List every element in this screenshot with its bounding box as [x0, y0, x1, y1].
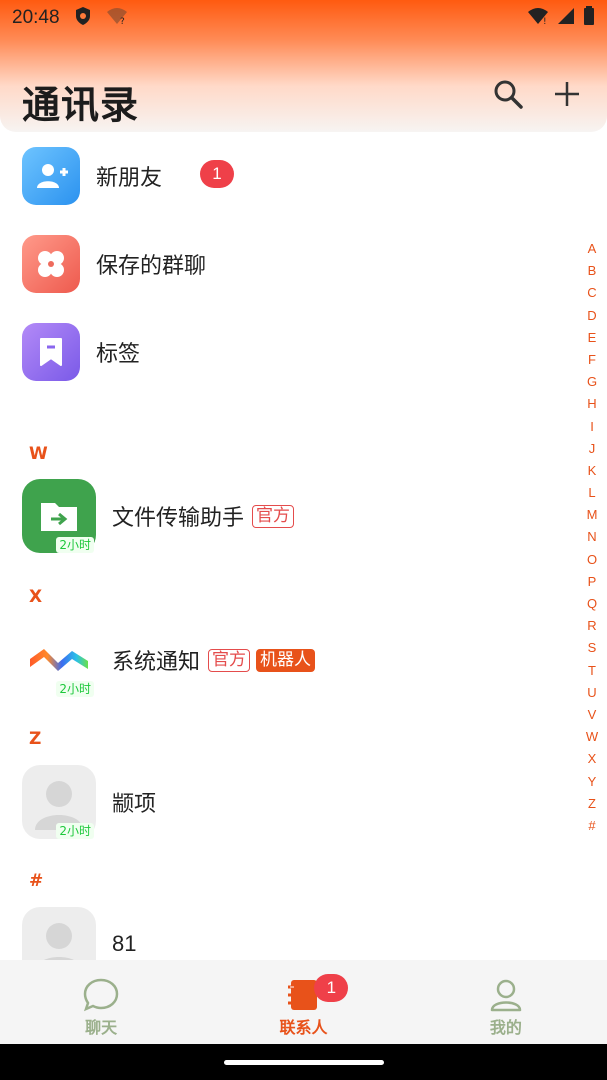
time-tag: 2小时 — [56, 537, 94, 553]
svg-text:?: ? — [120, 17, 125, 25]
menu-item-label: 标签 — [96, 342, 141, 367]
group-flower-icon — [22, 235, 80, 293]
search-button[interactable] — [490, 76, 526, 112]
index-letter[interactable]: K — [588, 460, 597, 482]
index-letter[interactable]: Z — [588, 793, 596, 815]
status-bar: 20:48 ? ! — [0, 0, 607, 36]
section-letter-hash: # — [29, 871, 44, 891]
index-letter[interactable]: I — [590, 416, 594, 438]
file-transfer-avatar: 2小时 — [22, 479, 96, 553]
section-letter-z: Z — [29, 729, 42, 749]
robot-tag: 机器人 — [256, 648, 316, 672]
plus-icon — [555, 82, 579, 106]
index-letter[interactable]: M — [587, 504, 598, 526]
official-tag: 官方 — [208, 648, 251, 672]
signal-icon — [557, 7, 575, 29]
contact-name: 系统通知 — [112, 650, 201, 675]
index-letter[interactable]: C — [587, 282, 596, 304]
section-letter-x: X — [29, 587, 43, 607]
index-letter[interactable]: N — [587, 526, 596, 548]
system-nav-bar — [0, 1044, 607, 1080]
menu-item-new-friends[interactable]: 新朋友 1 — [22, 146, 562, 206]
add-button[interactable] — [549, 76, 585, 112]
wave-logo-icon — [30, 649, 88, 671]
index-letter[interactable]: B — [588, 260, 597, 282]
official-tag: 官方 — [252, 504, 295, 528]
tab-me[interactable]: 我的 — [405, 960, 607, 1044]
svg-text:!: ! — [543, 17, 547, 25]
wifi-icon: ! — [527, 7, 549, 29]
default-avatar: 2小时 — [22, 765, 96, 839]
contact-name: 81 — [112, 931, 137, 956]
tab-label: 联系人 — [279, 1018, 328, 1037]
index-letter[interactable]: O — [587, 549, 597, 571]
index-letter[interactable]: L — [588, 482, 595, 504]
system-notice-avatar: 2小时 — [22, 623, 96, 697]
menu-item-label: 新朋友 — [96, 166, 163, 191]
tab-chat[interactable]: 聊天 — [0, 960, 202, 1044]
menu-item-label: 保存的群聊 — [96, 254, 207, 279]
default-avatar — [22, 907, 96, 960]
contacts-tab-badge: 1 — [314, 974, 349, 1002]
contact-name: 颛项 — [112, 792, 157, 817]
home-indicator[interactable] — [224, 1060, 384, 1065]
contact-row[interactable]: 81 — [22, 907, 562, 960]
time-tag: 2小时 — [56, 681, 94, 697]
index-letter[interactable]: W — [586, 726, 598, 748]
shield-icon — [74, 6, 92, 30]
person-placeholder-icon — [44, 923, 74, 960]
battery-icon — [583, 6, 595, 30]
chat-bubble-icon — [83, 978, 119, 1012]
index-letter[interactable]: R — [587, 615, 596, 637]
contact-row[interactable]: 2小时 系统通知 官方 机器人 — [22, 623, 562, 697]
page-title: 通讯录 — [22, 83, 140, 127]
person-icon — [490, 979, 522, 1012]
index-letter[interactable]: J — [589, 438, 596, 460]
tab-label: 聊天 — [85, 1018, 118, 1037]
alphabet-index[interactable]: A B C D E F G H I J K L M N O P Q R S T U V W X Y Z # — [583, 238, 601, 837]
folder-arrow-icon — [41, 503, 77, 531]
index-letter[interactable]: T — [588, 660, 596, 682]
index-letter[interactable]: G — [587, 371, 597, 393]
index-letter[interactable]: F — [588, 349, 596, 371]
time-tag: 2小时 — [56, 823, 94, 839]
bookmark-icon — [22, 323, 80, 381]
contact-name: 文件传输助手 — [112, 506, 245, 531]
index-letter[interactable]: P — [588, 571, 597, 593]
add-friend-icon — [22, 147, 80, 205]
search-icon — [494, 80, 523, 109]
contact-row[interactable]: 2小时 文件传输助手 官方 — [22, 479, 562, 553]
bottom-tab-bar: 聊天 联系人 1 我的 — [0, 960, 607, 1044]
index-letter[interactable]: X — [588, 748, 597, 770]
status-time: 20:48 — [12, 7, 60, 28]
wifi-question-icon: ? — [106, 7, 128, 29]
menu-item-saved-groups[interactable]: 保存的群聊 — [22, 234, 562, 294]
new-friends-badge: 1 — [200, 160, 234, 188]
tab-label: 我的 — [489, 1018, 522, 1037]
menu-item-tags[interactable]: 标签 — [22, 322, 562, 382]
contact-row[interactable]: 2小时 颛项 — [22, 765, 562, 839]
index-letter[interactable]: Y — [588, 771, 597, 793]
index-letter[interactable]: # — [588, 815, 595, 837]
index-letter[interactable]: U — [587, 682, 596, 704]
index-letter[interactable]: A — [588, 238, 597, 260]
index-letter[interactable]: E — [588, 327, 597, 349]
index-letter[interactable]: Q — [587, 593, 597, 615]
tab-contacts[interactable]: 联系人 1 — [202, 960, 404, 1044]
index-letter[interactable]: D — [587, 305, 596, 327]
index-letter[interactable]: H — [587, 393, 596, 415]
section-letter-w: W — [29, 444, 48, 464]
index-letter[interactable]: S — [588, 637, 597, 659]
index-letter[interactable]: V — [588, 704, 597, 726]
